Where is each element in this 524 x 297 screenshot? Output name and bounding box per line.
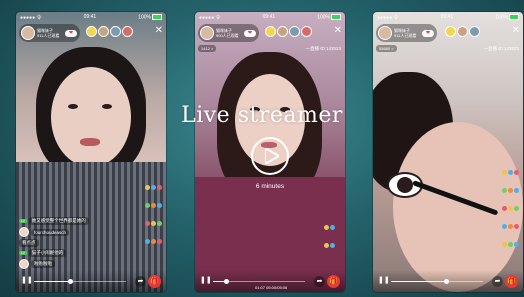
chat-message: 看点点 — [19, 239, 89, 247]
share-icon[interactable]: ➦ — [314, 276, 325, 287]
playback-controls: ❚❚ ➦ 🎁 — [373, 270, 523, 292]
battery-indicator: 100% — [317, 13, 341, 20]
chat-message: fourchoudeasch — [19, 227, 89, 237]
level-badge: Lv — [19, 251, 27, 255]
viewer-avatar[interactable] — [122, 26, 133, 37]
follow-button[interactable]: ❤ — [65, 29, 77, 37]
chat-message: 啦啦啦啦 — [19, 259, 89, 269]
floating-hearts — [323, 217, 341, 253]
close-icon[interactable]: ✕ — [512, 26, 520, 36]
playback-time: 01:07 05:00/05:06 — [255, 285, 288, 290]
viewer-avatar[interactable] — [265, 26, 276, 37]
host-info-pill[interactable]: 猫咪妹子 911人已观看 ❤ — [376, 24, 437, 42]
viewer-avatars[interactable] — [86, 26, 134, 37]
stream-screen-3[interactable]: ●●●●● 令 09:41 100% 猫咪妹子 911人已观看 ❤ ✕ 5568… — [373, 12, 523, 292]
viewer-avatar[interactable] — [289, 26, 300, 37]
clock: 09:41 — [83, 14, 97, 20]
close-icon[interactable]: ✕ — [155, 26, 163, 36]
viewer-avatar[interactable] — [445, 26, 456, 37]
eye-pupil — [397, 177, 413, 193]
playback-controls: ❚❚ ➦ 🎁 — [16, 270, 166, 292]
gift-icon[interactable]: 🎁 — [148, 275, 161, 288]
clock: 09:41 — [440, 14, 454, 20]
room-id: 一直播 ID:143523 — [483, 46, 519, 51]
viewer-avatar[interactable] — [301, 26, 312, 37]
viewer-avatars[interactable] — [265, 26, 313, 37]
gift-icon[interactable]: 🎁 — [505, 275, 518, 288]
signal-indicator: ●●●●● 令 — [377, 14, 399, 21]
follow-button[interactable]: ❤ — [422, 29, 434, 37]
viewer-avatar[interactable] — [110, 26, 121, 37]
level-badge: Lv — [19, 219, 27, 223]
play-button[interactable] — [251, 137, 289, 175]
room-id: 一直播 ID:143523 — [305, 46, 341, 51]
share-icon[interactable]: ➦ — [135, 276, 146, 287]
fans-count-badge[interactable]: 1412 > — [198, 45, 217, 52]
signal-indicator: ●●●●● 令 — [20, 14, 42, 21]
pause-icon[interactable]: ❚❚ — [378, 276, 390, 286]
floating-hearts — [144, 177, 162, 249]
host-viewer-count: 911人已观看 — [394, 33, 417, 38]
progress-bar[interactable] — [213, 278, 305, 284]
streamer-mouth — [80, 138, 100, 146]
pause-icon[interactable]: ❚❚ — [21, 276, 33, 286]
viewer-avatar[interactable] — [86, 26, 97, 37]
host-viewer-count: 900人已观看 — [216, 33, 239, 38]
gift-icon[interactable]: 🎁 — [327, 275, 340, 288]
close-icon[interactable]: ✕ — [334, 26, 342, 36]
viewer-avatar[interactable] — [277, 26, 288, 37]
fans-count-badge[interactable]: 55680 > — [376, 45, 397, 52]
chat-message: Lv 猫子小闹妮他的 — [19, 249, 89, 257]
pause-icon[interactable]: ❚❚ — [200, 276, 212, 286]
viewer-avatar[interactable] — [457, 26, 468, 37]
play-icon — [265, 148, 279, 164]
host-avatar[interactable] — [200, 26, 214, 40]
stream-screen-1[interactable]: ●●●●● 令 09:41 100% 猫咪妹子 911人已观看 ❤ ✕ Lv 她又… — [16, 12, 166, 292]
overlay-title: Live streamer — [181, 103, 343, 128]
viewer-avatar[interactable] — [469, 26, 480, 37]
status-bar: ●●●●● 令 09:41 100% — [16, 12, 166, 22]
follow-button[interactable]: ❤ — [244, 29, 256, 37]
host-info-pill[interactable]: 猫咪妹子 911人已观看 ❤ — [19, 24, 80, 42]
playback-controls: ❚❚ 01:07 05:00/05:06 ➦ 🎁 — [195, 270, 345, 292]
floating-hearts — [501, 162, 519, 252]
clock: 09:41 — [262, 14, 276, 20]
progress-bar[interactable] — [34, 278, 126, 284]
viewer-avatars[interactable] — [445, 26, 481, 37]
host-avatar[interactable] — [378, 26, 392, 40]
battery-indicator: 100% — [138, 13, 162, 20]
video-duration: 6 minutes — [255, 183, 285, 190]
chat-list: Lv 她又感觉整个世界都是她的 fourchoudeasch 看点点 Lv 猫子小闹… — [19, 217, 89, 271]
status-bar: ●●●●● 令 09:41 100% — [195, 12, 345, 22]
share-icon[interactable]: ➦ — [492, 276, 503, 287]
progress-bar[interactable] — [391, 278, 483, 284]
signal-indicator: ●●●●● 令 — [199, 14, 221, 21]
host-avatar[interactable] — [21, 26, 35, 40]
status-bar: ●●●●● 令 09:41 100% — [373, 12, 523, 22]
viewer-avatar[interactable] — [98, 26, 109, 37]
battery-indicator: 100% — [495, 13, 519, 20]
chat-message: Lv 她又感觉整个世界都是她的 — [19, 217, 89, 225]
host-viewer-count: 911人已观看 — [37, 33, 60, 38]
host-info-pill[interactable]: 猫咪妹子 900人已观看 ❤ — [198, 24, 259, 42]
